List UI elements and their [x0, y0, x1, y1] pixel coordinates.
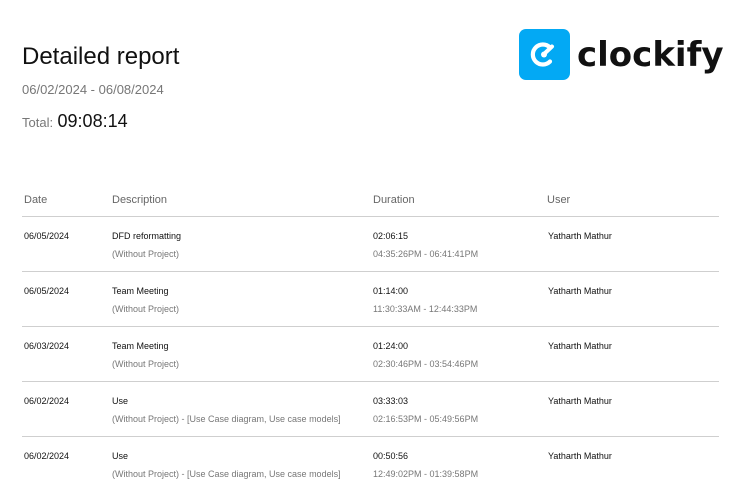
row-date: 06/03/2024: [24, 341, 70, 351]
row-description: Team Meeting: [112, 286, 169, 296]
row-time-range: 11:30:33AM - 12:44:33PM: [373, 304, 478, 314]
row-project: (Without Project): [112, 249, 180, 259]
row-user: Yatharth Mathur: [548, 396, 612, 406]
row-duration: 01:14:00: [373, 286, 409, 296]
report-title: Detailed report: [22, 43, 180, 70]
row-time-range: 12:49:02PM - 01:39:58PM: [373, 469, 479, 479]
row-time-range: 02:16:53PM - 05:49:56PM: [373, 414, 479, 424]
table-row: 06/05/2024 Team Meeting (Without Project…: [22, 272, 719, 327]
row-description: Team Meeting: [112, 341, 169, 351]
table-header: Date Description Duration User: [22, 186, 719, 217]
table-row: 06/02/2024 Use (Without Project) - [Use …: [22, 437, 719, 491]
row-duration: 01:24:00: [373, 341, 409, 351]
total-value: 09:08:14: [57, 111, 128, 131]
row-duration: 00:50:56: [373, 451, 409, 461]
row-duration: 02:06:15: [373, 231, 409, 241]
clockify-logo: clockify: [519, 29, 724, 80]
header-description: Description: [112, 194, 168, 206]
header-date: Date: [24, 194, 48, 206]
row-description: DFD reformatting: [112, 231, 182, 241]
row-project: (Without Project) - [Use Case diagram, U…: [112, 469, 341, 479]
table-row: 06/02/2024 Use (Without Project) - [Use …: [22, 382, 719, 437]
table-row: 06/05/2024 DFD reformatting (Without Pro…: [22, 217, 719, 272]
row-duration: 03:33:03: [373, 396, 409, 406]
row-description: Use: [112, 451, 129, 461]
header-duration: Duration: [373, 194, 415, 206]
row-project: (Without Project) - [Use Case diagram, U…: [112, 414, 341, 424]
report-table: Date Description Duration User 06/05/202…: [22, 186, 719, 491]
row-project: (Without Project): [112, 304, 180, 314]
date-range: 06/02/2024 - 06/08/2024: [22, 82, 164, 97]
row-date: 06/05/2024: [24, 231, 70, 241]
row-description: Use: [112, 396, 129, 406]
clockify-icon: [519, 29, 570, 80]
row-user: Yatharth Mathur: [548, 341, 612, 351]
row-user: Yatharth Mathur: [548, 451, 612, 461]
total-label: Total:: [22, 115, 54, 130]
table-row: 06/03/2024 Team Meeting (Without Project…: [22, 327, 719, 382]
total: Total: 09:08:14: [22, 110, 128, 134]
clockify-wordmark: clockify: [577, 34, 724, 75]
row-user: Yatharth Mathur: [548, 231, 612, 241]
row-date: 06/02/2024: [24, 396, 70, 406]
row-date: 06/05/2024: [24, 286, 70, 296]
row-date: 06/02/2024: [24, 451, 70, 461]
row-time-range: 02:30:46PM - 03:54:46PM: [373, 359, 479, 369]
row-time-range: 04:35:26PM - 06:41:41PM: [373, 249, 479, 259]
row-project: (Without Project): [112, 359, 180, 369]
header-user: User: [547, 194, 571, 206]
row-user: Yatharth Mathur: [548, 286, 612, 296]
